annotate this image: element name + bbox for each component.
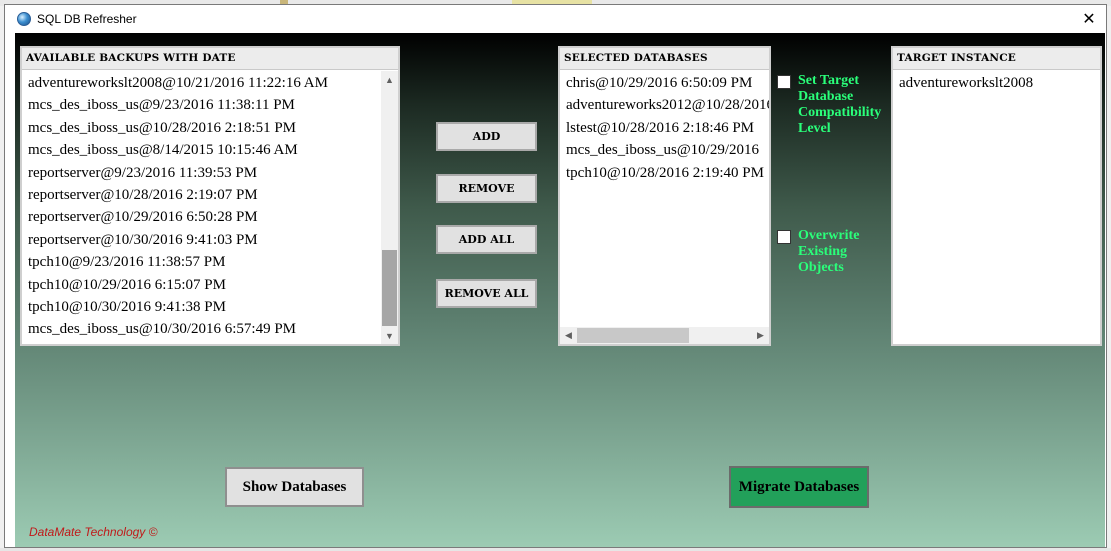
list-item[interactable]: chris@10/29/2016 6:50:09 PM — [560, 72, 769, 94]
migrate-databases-button[interactable]: Migrate Databases — [729, 466, 869, 508]
list-item[interactable]: adventureworks2012@10/28/2016 — [560, 94, 769, 116]
list-item[interactable]: mcs_des_iboss_us@10/30/2016 6:57:49 PM — [22, 318, 398, 340]
remove-all-button[interactable]: REMOVE ALL — [436, 279, 537, 308]
add-button[interactable]: ADD — [436, 122, 537, 151]
app-window: SQL DB Refresher ✕ AVAILABLE BACKUPS WIT… — [4, 4, 1107, 548]
target-instance-header: TARGET INSTANCE — [893, 48, 1100, 70]
selected-databases-header: SELECTED DATABASES — [560, 48, 769, 70]
close-button[interactable]: ✕ — [1072, 5, 1106, 33]
selected-databases-panel: SELECTED DATABASES chris@10/29/2016 6:50… — [558, 46, 771, 346]
list-item[interactable]: adventureworkslt2008 — [893, 72, 1100, 94]
scroll-left-icon[interactable]: ◀ — [560, 327, 577, 344]
set-target-compat-option[interactable]: Set Target Database Compatibility Level — [777, 73, 888, 137]
overwrite-existing-label[interactable]: Overwrite Existing Objects — [798, 228, 888, 276]
scroll-right-icon[interactable]: ▶ — [752, 327, 769, 344]
available-backups-panel: AVAILABLE BACKUPS WITH DATE adventurewor… — [20, 46, 400, 346]
scroll-thumb[interactable] — [382, 250, 397, 326]
scroll-up-icon[interactable]: ▲ — [381, 71, 398, 88]
list-item[interactable]: tpch10@10/30/2016 9:41:38 PM — [22, 296, 398, 318]
list-item[interactable]: mcs_des_iboss_us@10/29/2016 — [560, 139, 769, 161]
list-item[interactable]: lstest@10/28/2016 2:18:46 PM — [560, 117, 769, 139]
list-item[interactable]: reportserver@9/23/2016 11:39:53 PM — [22, 162, 398, 184]
show-databases-button[interactable]: Show Databases — [225, 467, 364, 507]
list-item[interactable]: tpch10@10/28/2016 2:19:40 PM — [560, 162, 769, 184]
target-instance-list[interactable]: adventureworkslt2008 — [893, 70, 1100, 94]
list-item[interactable]: mcs_des_iboss_us@8/14/2015 10:15:46 AM — [22, 139, 398, 161]
set-target-compat-label[interactable]: Set Target Database Compatibility Level — [798, 73, 888, 137]
selected-databases-list[interactable]: chris@10/29/2016 6:50:09 PM adventurewor… — [560, 70, 769, 184]
selected-databases-hscrollbar[interactable]: ◀ ▶ — [560, 327, 769, 344]
list-item[interactable]: tpch10@10/29/2016 6:15:07 PM — [22, 274, 398, 296]
window-title: SQL DB Refresher — [37, 12, 137, 26]
list-item[interactable]: reportserver@10/29/2016 6:50:28 PM — [22, 206, 398, 228]
available-backups-list[interactable]: adventureworkslt2008@10/21/2016 11:22:16… — [22, 70, 398, 341]
set-target-compat-checkbox[interactable] — [777, 75, 791, 89]
title-bar: SQL DB Refresher ✕ — [5, 5, 1106, 33]
list-item[interactable]: mcs_des_iboss_us@9/23/2016 11:38:11 PM — [22, 94, 398, 116]
remove-button[interactable]: REMOVE — [436, 174, 537, 203]
overwrite-existing-checkbox[interactable] — [777, 230, 791, 244]
scroll-thumb[interactable] — [577, 328, 689, 343]
scroll-down-icon[interactable]: ▼ — [381, 327, 398, 344]
footer-copyright: DataMate Technology © — [29, 525, 158, 539]
available-backups-header: AVAILABLE BACKUPS WITH DATE — [22, 48, 398, 70]
list-item[interactable]: reportserver@10/30/2016 9:41:03 PM — [22, 229, 398, 251]
list-item[interactable]: reportserver@10/28/2016 2:19:07 PM — [22, 184, 398, 206]
available-backups-scrollbar[interactable]: ▲ ▼ — [381, 71, 398, 344]
list-item[interactable]: tpch10@9/23/2016 11:38:57 PM — [22, 251, 398, 273]
client-area: AVAILABLE BACKUPS WITH DATE adventurewor… — [15, 33, 1105, 547]
app-globe-icon — [17, 12, 31, 26]
list-item[interactable]: adventureworkslt2008@10/21/2016 11:22:16… — [22, 72, 398, 94]
list-item[interactable]: mcs_des_iboss_us@10/28/2016 2:18:51 PM — [22, 117, 398, 139]
add-all-button[interactable]: ADD ALL — [436, 225, 537, 254]
target-instance-panel: TARGET INSTANCE adventureworkslt2008 — [891, 46, 1102, 346]
overwrite-existing-option[interactable]: Overwrite Existing Objects — [777, 228, 888, 276]
